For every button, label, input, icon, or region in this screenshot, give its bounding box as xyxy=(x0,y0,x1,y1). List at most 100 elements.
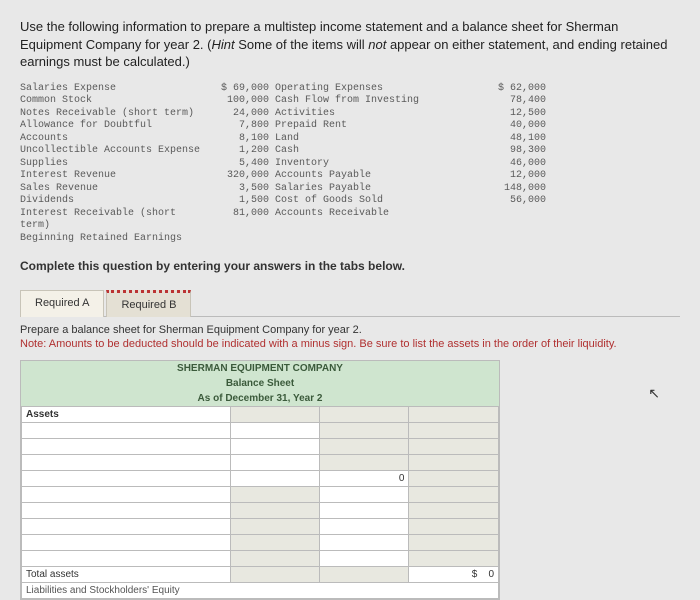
prepare-line2: Note: Amounts to be deducted should be i… xyxy=(20,337,680,351)
cell-blank xyxy=(320,438,409,454)
hint-label: Hint xyxy=(211,37,234,52)
accounts-block: Salaries Expense Common Stock Notes Rece… xyxy=(20,83,680,246)
cell-blank xyxy=(320,406,409,422)
cell-blank xyxy=(230,406,319,422)
table-row: 0 xyxy=(22,470,499,486)
tab-required-b[interactable]: Required B xyxy=(106,290,191,317)
cell-blank xyxy=(409,486,499,502)
acct-label: Sales Revenue xyxy=(20,183,205,196)
acct-label: Allowance for Doubtful Accounts xyxy=(20,120,205,145)
acct-label: Common Stock xyxy=(20,95,205,108)
acct-label: Accounts Receivable xyxy=(275,208,485,221)
table-row: Liabilities and Stockholders' Equity xyxy=(22,582,499,598)
acct-label: Prepaid Rent xyxy=(275,120,485,133)
cell-blank xyxy=(409,550,499,566)
dollar-sign: $ xyxy=(472,569,478,580)
mid-labels: Operating Expenses Cash Flow from Invest… xyxy=(275,83,485,246)
amount-input[interactable] xyxy=(320,550,409,566)
acct-label: Operating Expenses xyxy=(275,83,485,96)
acct-label: Salaries Payable xyxy=(275,183,485,196)
tab-required-a[interactable]: Required A xyxy=(20,290,104,317)
cell-blank xyxy=(409,534,499,550)
acct-amt: 5,400 xyxy=(211,158,269,171)
prepare-note: Prepare a balance sheet for Sherman Equi… xyxy=(20,323,680,352)
amount-input[interactable] xyxy=(320,502,409,518)
zero-value: 0 xyxy=(488,569,494,580)
acct-amt: 100,000 xyxy=(211,95,269,108)
acct-amt: 48,100 xyxy=(491,133,546,146)
not-word: not xyxy=(368,37,386,52)
asset-line-input[interactable] xyxy=(22,422,231,438)
acct-amt: 320,000 xyxy=(211,170,269,183)
prepare-line1: Prepare a balance sheet for Sherman Equi… xyxy=(20,323,680,337)
acct-label: Cash xyxy=(275,145,485,158)
cell-blank xyxy=(409,406,499,422)
cell-blank xyxy=(409,502,499,518)
acct-label: Cost of Goods Sold xyxy=(275,195,485,208)
cell-blank xyxy=(320,566,409,582)
cell-blank xyxy=(230,550,319,566)
amount-input[interactable] xyxy=(320,518,409,534)
acct-amt: 56,000 xyxy=(491,195,546,208)
acct-label: Beginning Retained Earnings xyxy=(20,233,205,246)
acct-amt: 24,000 xyxy=(211,108,269,121)
acct-label: Cash Flow from Investing Activities xyxy=(275,95,485,120)
cell-blank xyxy=(409,518,499,534)
asset-line-input[interactable] xyxy=(22,454,231,470)
subtotal-cell: 0 xyxy=(320,470,409,486)
asset-line-input[interactable] xyxy=(22,502,231,518)
cell-blank xyxy=(230,486,319,502)
left-labels: Salaries Expense Common Stock Notes Rece… xyxy=(20,83,205,246)
table-row xyxy=(22,438,499,454)
table-row xyxy=(22,502,499,518)
acct-label: Uncollectible Accounts Expense xyxy=(20,145,205,158)
acct-amt: 46,000 xyxy=(491,158,546,171)
cell-blank xyxy=(409,422,499,438)
acct-amt: 12,500 xyxy=(491,108,546,121)
cell-blank xyxy=(409,438,499,454)
acct-label: Supplies xyxy=(20,158,205,171)
tabs-row: Required A Required B xyxy=(20,289,680,317)
acct-amt: 1,500 xyxy=(211,195,269,208)
acct-amt: 1,200 xyxy=(211,145,269,158)
sheet-title: Balance Sheet xyxy=(21,376,499,391)
asset-line-input[interactable] xyxy=(22,470,231,486)
amount-input[interactable] xyxy=(230,454,319,470)
cell-blank xyxy=(409,470,499,486)
cell-blank xyxy=(320,454,409,470)
asset-line-input[interactable] xyxy=(22,550,231,566)
acct-amt: 3,500 xyxy=(211,183,269,196)
hint-text: Some of the items will xyxy=(235,37,369,52)
amount-input[interactable] xyxy=(230,470,319,486)
asset-line-input[interactable] xyxy=(22,486,231,502)
cell-blank xyxy=(320,422,409,438)
acct-label: Salaries Expense xyxy=(20,83,205,96)
amount-input[interactable] xyxy=(320,534,409,550)
amount-input[interactable] xyxy=(230,422,319,438)
mid-amounts: $ 62,000 78,400 12,500 40,000 48,100 98,… xyxy=(491,83,546,246)
acct-amt: $ 69,000 xyxy=(211,83,269,96)
acct-label: Land xyxy=(275,133,485,146)
table-row xyxy=(22,486,499,502)
amount-input[interactable] xyxy=(230,438,319,454)
acct-amt: 12,000 xyxy=(491,170,546,183)
table-row xyxy=(22,534,499,550)
asset-line-input[interactable] xyxy=(22,534,231,550)
problem-instructions: Use the following information to prepare… xyxy=(20,18,680,71)
sheet-header: SHERMAN EQUIPMENT COMPANY Balance Sheet … xyxy=(21,361,499,406)
acct-amt: 78,400 xyxy=(491,95,546,108)
total-assets-label: Total assets xyxy=(22,566,231,582)
sheet-company: SHERMAN EQUIPMENT COMPANY xyxy=(21,361,499,376)
assets-header: Assets xyxy=(22,406,231,422)
cell-blank xyxy=(409,454,499,470)
total-assets-value: $ 0 xyxy=(409,566,499,582)
complete-instruction: Complete this question by entering your … xyxy=(20,259,680,273)
cell-blank xyxy=(230,502,319,518)
acct-label: Accounts Payable xyxy=(275,170,485,183)
acct-label: Interest Revenue xyxy=(20,170,205,183)
cell-blank xyxy=(230,518,319,534)
asset-line-input[interactable] xyxy=(22,518,231,534)
amount-input[interactable] xyxy=(320,486,409,502)
cursor-icon: ↖ xyxy=(648,385,660,402)
asset-line-input[interactable] xyxy=(22,438,231,454)
